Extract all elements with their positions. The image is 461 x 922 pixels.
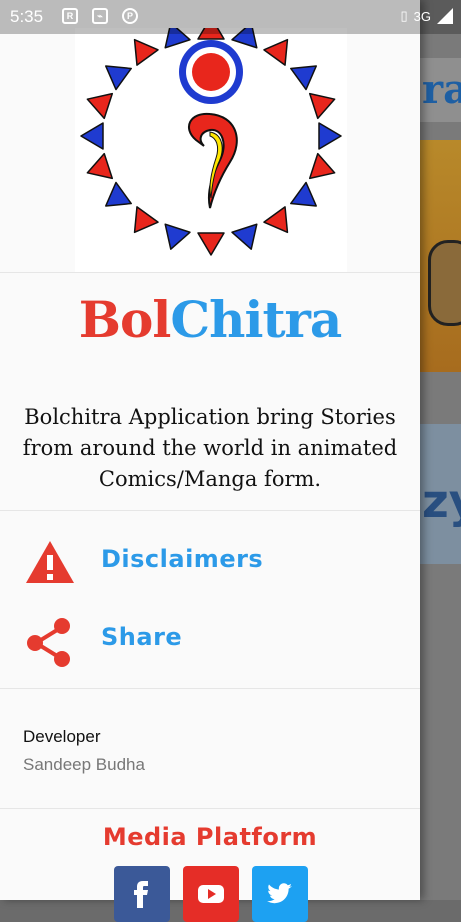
status-time: 5:35 bbox=[10, 7, 44, 26]
twitter-button[interactable] bbox=[252, 866, 308, 922]
divider bbox=[0, 688, 420, 689]
status-right: ▯ 3G bbox=[400, 8, 453, 24]
warning-icon bbox=[24, 539, 76, 585]
divider bbox=[0, 510, 420, 511]
usb-icon: ⌁ bbox=[92, 8, 108, 24]
logo-triangle bbox=[105, 181, 132, 207]
app-logo bbox=[75, 16, 347, 272]
logo-triangle bbox=[86, 92, 114, 120]
developer-name: Sandeep Budha bbox=[23, 755, 145, 774]
app-name: BolChitra bbox=[0, 290, 420, 349]
p-icon: P bbox=[122, 8, 138, 24]
rr-icon: R bbox=[62, 8, 78, 24]
facebook-icon bbox=[134, 881, 148, 908]
logo-triangle bbox=[263, 206, 289, 234]
divider bbox=[0, 808, 420, 809]
navigation-drawer: BolChitra Bolchitra Application bring St… bbox=[0, 0, 420, 922]
logo-triangle bbox=[197, 232, 225, 256]
app-name-part2: Chitra bbox=[170, 290, 342, 349]
logo-triangle bbox=[133, 38, 159, 66]
logo-triangle bbox=[308, 152, 336, 180]
background-app-title: ra bbox=[418, 58, 461, 122]
logo-triangle bbox=[80, 122, 104, 150]
background-card-text: zy bbox=[422, 474, 461, 528]
logo-triangle bbox=[231, 223, 258, 250]
status-bar: 5:35 R ⌁ P ▯ 3G bbox=[0, 0, 461, 34]
youtube-icon bbox=[198, 885, 224, 903]
menu-item-share[interactable]: Share bbox=[0, 609, 420, 669]
logo-triangle bbox=[164, 223, 191, 250]
menu-item-disclaimers[interactable]: Disclaimers bbox=[0, 531, 420, 591]
app-name-part1: Bol bbox=[78, 290, 172, 349]
network-type: 3G bbox=[413, 8, 431, 24]
share-icon bbox=[24, 617, 76, 667]
background-comic-card[interactable] bbox=[420, 140, 461, 372]
twitter-icon bbox=[267, 883, 292, 904]
logo-triangle bbox=[290, 181, 317, 207]
comic-character bbox=[428, 240, 461, 326]
signal-icon bbox=[437, 8, 453, 24]
developer-title: Developer bbox=[23, 727, 101, 746]
app-description: Bolchitra Application bring Stories from… bbox=[22, 405, 398, 491]
logo-triangle bbox=[105, 65, 132, 91]
logo-triangle bbox=[133, 206, 159, 234]
menu-item-label: Disclaimers bbox=[101, 545, 264, 573]
logo-triangle bbox=[263, 38, 289, 66]
logo-triangle bbox=[86, 152, 114, 180]
youtube-button[interactable] bbox=[183, 866, 239, 922]
logo-triangle bbox=[290, 65, 317, 91]
divider bbox=[0, 272, 420, 273]
vibrate-icon: ▯ bbox=[400, 8, 408, 23]
logo-triangle bbox=[318, 122, 342, 150]
logo-triangle bbox=[308, 92, 336, 120]
background-comic-card[interactable]: zy bbox=[420, 424, 461, 564]
menu-item-label: Share bbox=[101, 623, 183, 651]
facebook-button[interactable] bbox=[114, 866, 170, 922]
media-platform-title: Media Platform bbox=[102, 823, 318, 851]
